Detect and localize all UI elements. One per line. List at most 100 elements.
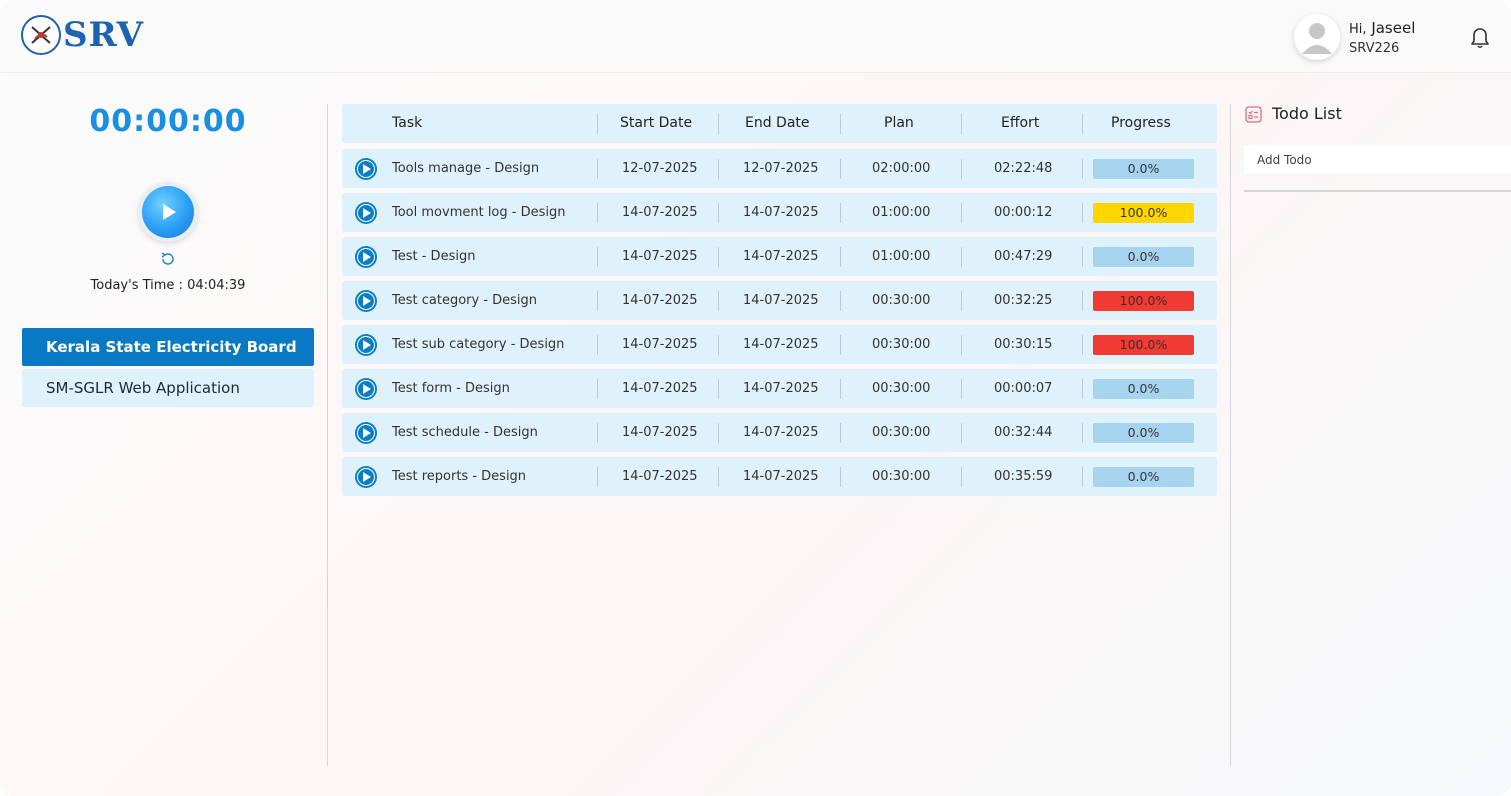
right-divider bbox=[1230, 104, 1231, 766]
effort-time: 00:47:29 bbox=[994, 249, 1053, 264]
header-progress: Progress bbox=[1111, 115, 1171, 131]
column-divider bbox=[718, 291, 719, 311]
task-name: Test form - Design bbox=[392, 381, 510, 396]
brand-logo[interactable]: SRV bbox=[21, 15, 144, 55]
column-divider bbox=[597, 379, 598, 399]
user-avatar-icon[interactable] bbox=[1294, 14, 1340, 60]
task-name: Tool movment log - Design bbox=[392, 205, 566, 220]
header-end-date: End Date bbox=[745, 115, 810, 131]
column-divider bbox=[1082, 114, 1083, 134]
play-task-button[interactable] bbox=[355, 378, 377, 400]
table-row[interactable]: Tools manage - Design 12-07-2025 12-07-2… bbox=[342, 149, 1217, 188]
task-name: Test - Design bbox=[392, 249, 476, 264]
column-divider bbox=[1082, 423, 1083, 443]
column-divider bbox=[718, 423, 719, 443]
column-divider bbox=[718, 247, 719, 267]
table-row[interactable]: Tool movment log - Design 14-07-2025 14-… bbox=[342, 193, 1217, 232]
todays-time: Today's Time : 04:04:39 bbox=[90, 278, 246, 293]
start-date: 14-07-2025 bbox=[622, 381, 698, 396]
column-divider bbox=[961, 335, 962, 355]
plan-time: 00:30:00 bbox=[872, 381, 931, 396]
table-row[interactable]: Test reports - Design 14-07-2025 14-07-2… bbox=[342, 457, 1217, 496]
plan-time: 00:30:00 bbox=[872, 293, 931, 308]
column-divider bbox=[840, 114, 841, 134]
column-divider bbox=[1082, 203, 1083, 223]
start-date: 14-07-2025 bbox=[622, 293, 698, 308]
header-task: Task bbox=[392, 115, 423, 131]
column-divider bbox=[597, 423, 598, 443]
column-divider bbox=[1082, 379, 1083, 399]
column-divider bbox=[718, 114, 719, 134]
task-name: Tools manage - Design bbox=[392, 161, 540, 176]
effort-time: 00:30:15 bbox=[994, 337, 1053, 352]
task-name: Test schedule - Design bbox=[392, 425, 538, 440]
header-plan: Plan bbox=[884, 115, 914, 131]
left-divider bbox=[327, 104, 328, 766]
progress-badge: 0.0% bbox=[1093, 467, 1194, 487]
column-divider bbox=[961, 203, 962, 223]
column-divider bbox=[1082, 467, 1083, 487]
end-date: 14-07-2025 bbox=[743, 337, 819, 352]
header-start-date: Start Date bbox=[620, 115, 693, 131]
table-row[interactable]: Test sub category - Design 14-07-2025 14… bbox=[342, 325, 1217, 364]
play-task-button[interactable] bbox=[355, 246, 377, 268]
srv-logo-icon bbox=[21, 15, 61, 55]
play-task-button[interactable] bbox=[355, 290, 377, 312]
column-divider bbox=[961, 423, 962, 443]
progress-badge: 100.0% bbox=[1093, 203, 1194, 223]
play-task-button[interactable] bbox=[355, 422, 377, 444]
top-header: SRV Hi, Jaseel SRV226 bbox=[0, 0, 1511, 73]
reset-icon[interactable] bbox=[159, 250, 177, 268]
play-task-button[interactable] bbox=[355, 158, 377, 180]
table-row[interactable]: Test - Design 14-07-2025 14-07-2025 01:0… bbox=[342, 237, 1217, 276]
column-divider bbox=[597, 159, 598, 179]
table-row[interactable]: Test form - Design 14-07-2025 14-07-2025… bbox=[342, 369, 1217, 408]
start-timer-button[interactable] bbox=[138, 182, 198, 242]
column-divider bbox=[840, 247, 841, 267]
effort-time: 00:00:12 bbox=[994, 205, 1053, 220]
project-sm-sglr[interactable]: SM-SGLR Web Application bbox=[22, 369, 314, 407]
column-divider bbox=[597, 203, 598, 223]
column-divider bbox=[1082, 335, 1083, 355]
bell-icon[interactable] bbox=[1467, 25, 1493, 51]
column-divider bbox=[597, 291, 598, 311]
column-divider bbox=[961, 114, 962, 134]
start-date: 14-07-2025 bbox=[622, 249, 698, 264]
task-name: Test category - Design bbox=[392, 293, 538, 308]
project-kseb[interactable]: Kerala State Electricity Board bbox=[22, 328, 314, 366]
effort-time: 00:32:25 bbox=[994, 293, 1053, 308]
user-id: SRV226 bbox=[1349, 41, 1400, 56]
end-date: 14-07-2025 bbox=[743, 293, 819, 308]
column-divider bbox=[1082, 159, 1083, 179]
column-divider bbox=[718, 159, 719, 179]
app-page: SRV Hi, Jaseel SRV226 00:00:00 Today's T… bbox=[0, 0, 1511, 796]
task-name: Test reports - Design bbox=[392, 469, 527, 484]
column-divider bbox=[597, 114, 598, 134]
table-row[interactable]: Test schedule - Design 14-07-2025 14-07-… bbox=[342, 413, 1217, 452]
progress-badge: 0.0% bbox=[1093, 159, 1194, 179]
play-task-button[interactable] bbox=[355, 202, 377, 224]
column-divider bbox=[840, 423, 841, 443]
end-date: 14-07-2025 bbox=[743, 381, 819, 396]
progress-badge: 0.0% bbox=[1093, 247, 1194, 267]
plan-time: 00:30:00 bbox=[872, 425, 931, 440]
play-task-button[interactable] bbox=[355, 334, 377, 356]
timer-display: 00:00:00 bbox=[89, 104, 247, 139]
column-divider bbox=[597, 467, 598, 487]
add-todo-input[interactable] bbox=[1244, 145, 1511, 174]
column-divider bbox=[718, 203, 719, 223]
table-row[interactable]: Test category - Design 14-07-2025 14-07-… bbox=[342, 281, 1217, 320]
start-date: 14-07-2025 bbox=[622, 337, 698, 352]
plan-time: 00:30:00 bbox=[872, 469, 931, 484]
task-table-header: Task Start Date End Date Plan Effort Pro… bbox=[342, 104, 1217, 143]
column-divider bbox=[597, 335, 598, 355]
column-divider bbox=[840, 467, 841, 487]
checklist-icon bbox=[1245, 106, 1262, 123]
play-icon bbox=[142, 186, 194, 238]
column-divider bbox=[1082, 247, 1083, 267]
column-divider bbox=[840, 379, 841, 399]
plan-time: 00:30:00 bbox=[872, 337, 931, 352]
column-divider bbox=[1082, 291, 1083, 311]
play-task-button[interactable] bbox=[355, 466, 377, 488]
effort-time: 00:32:44 bbox=[994, 425, 1053, 440]
